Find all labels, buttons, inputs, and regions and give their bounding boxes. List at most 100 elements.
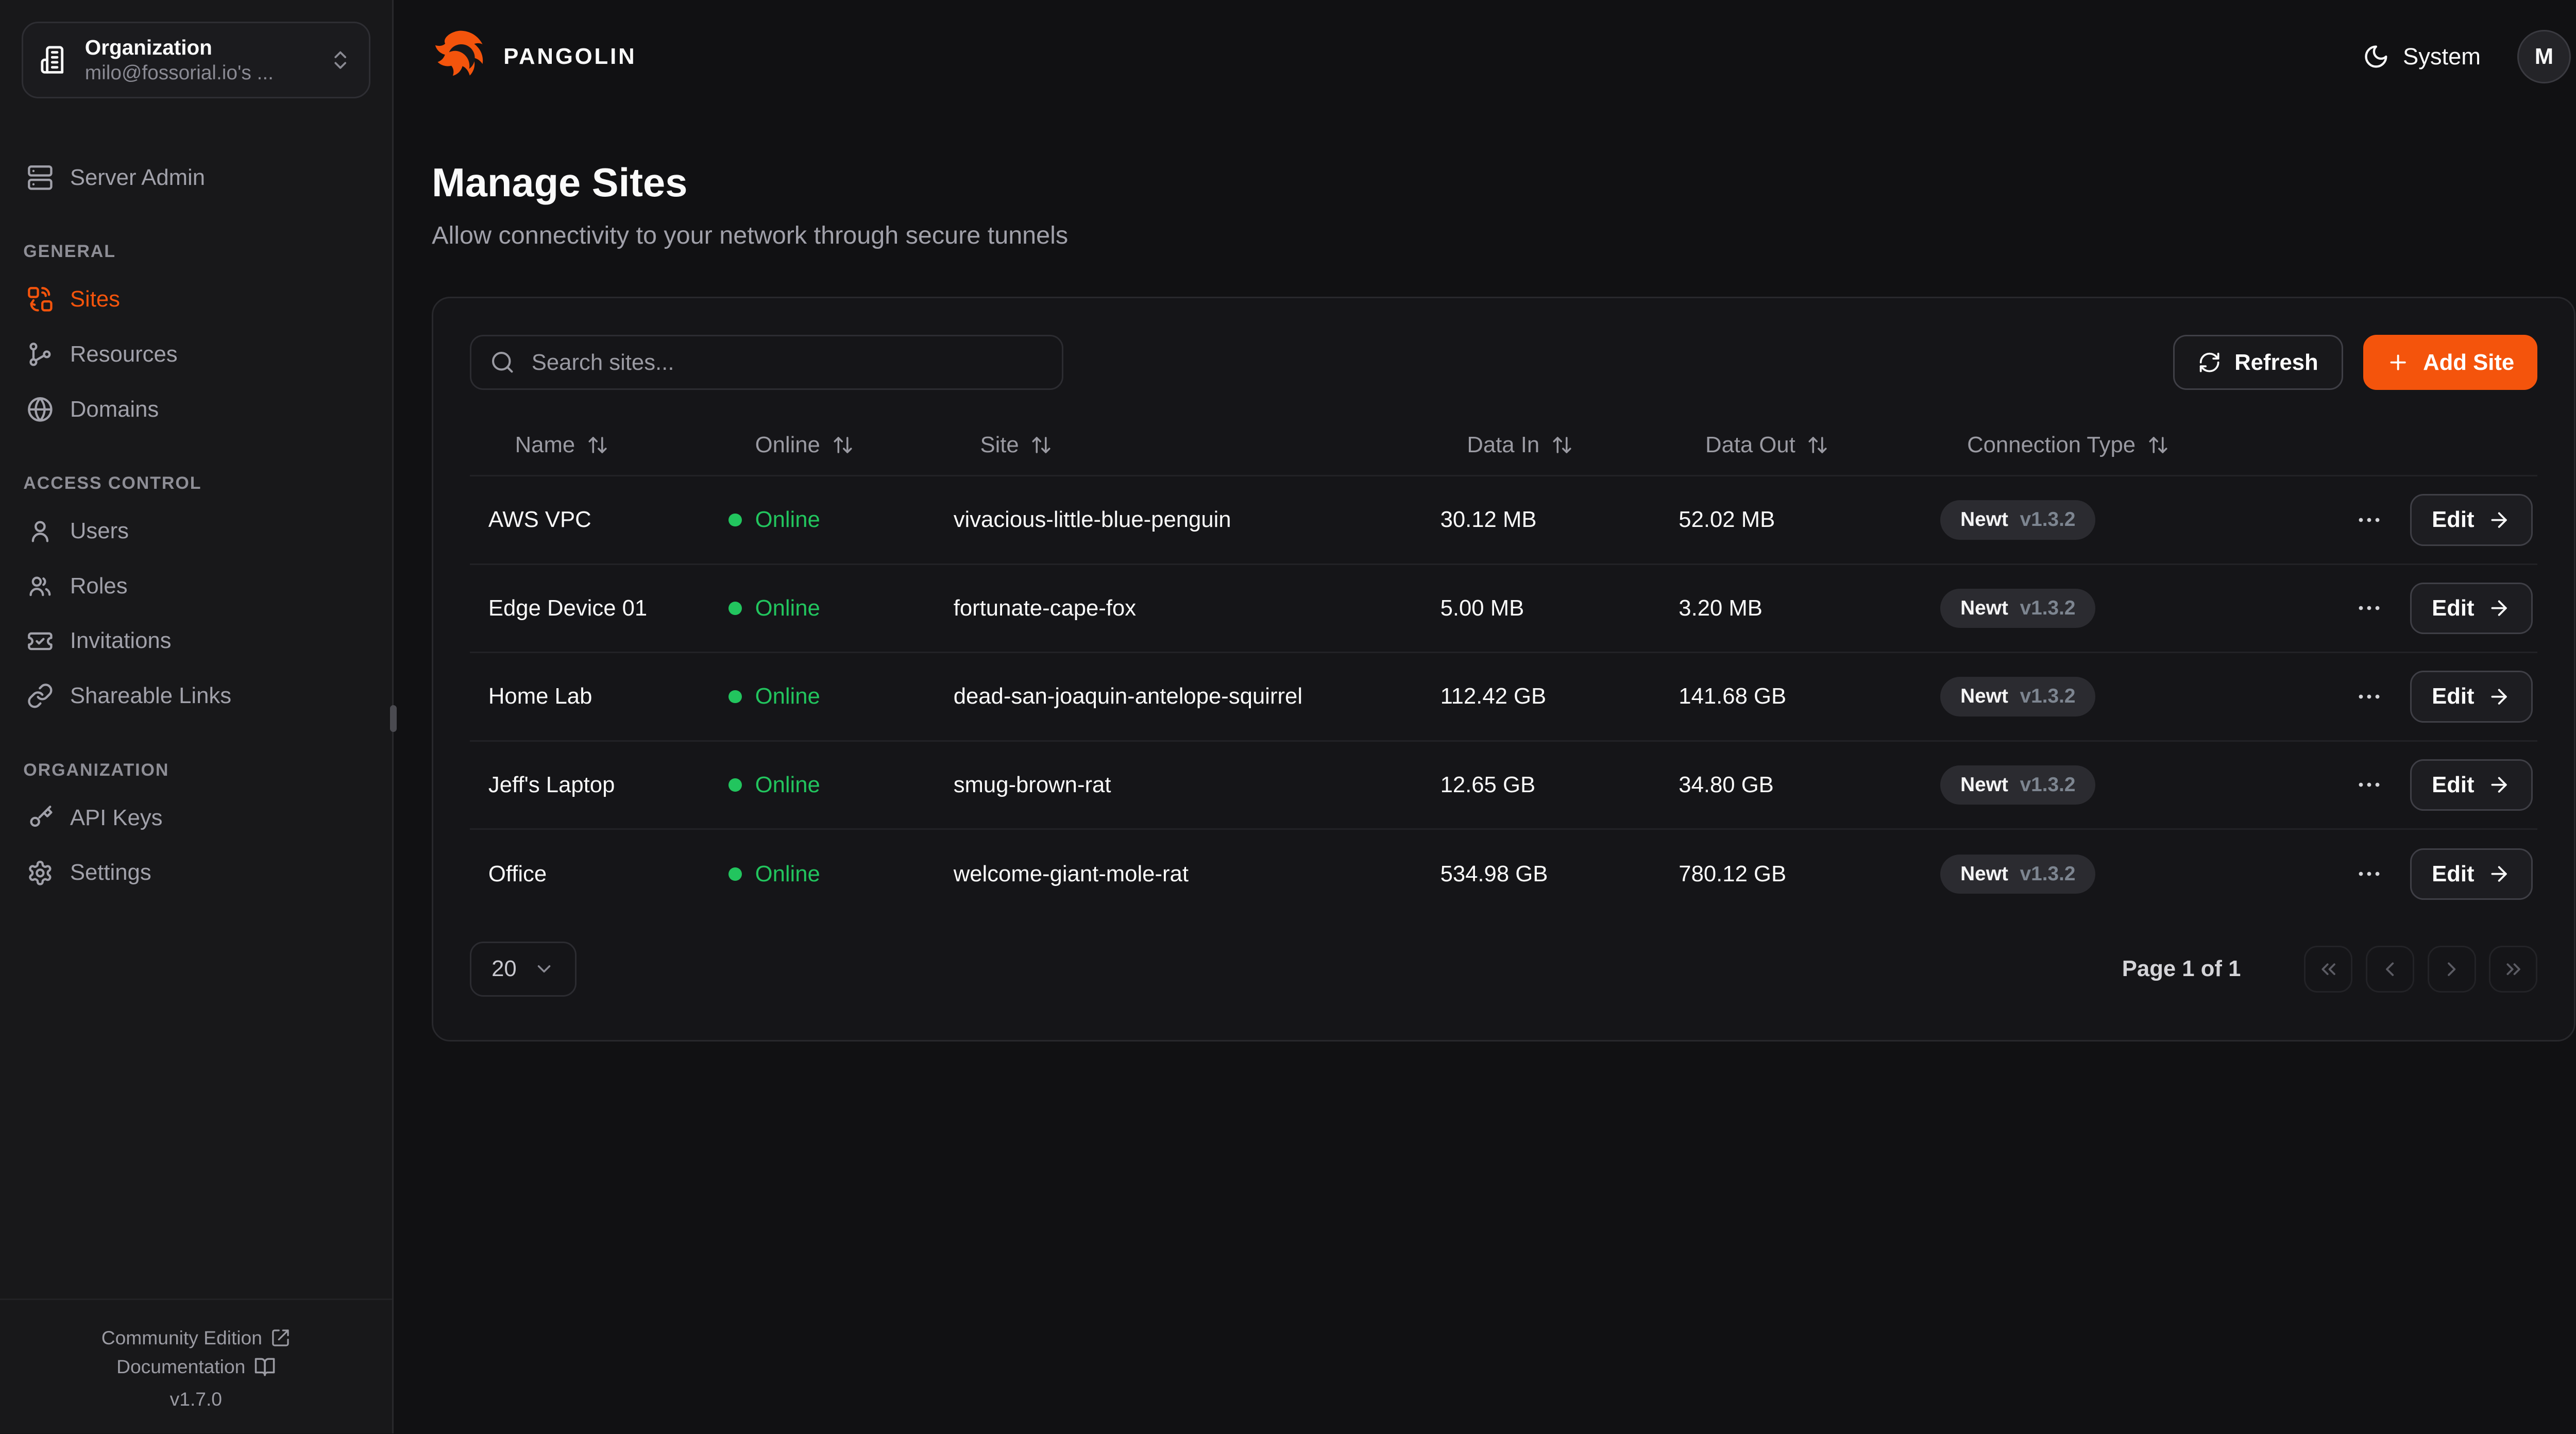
app-window: Organization milo@fossorial.io's ... Ser… — [0, 0, 2576, 1433]
sidebar-item-server-admin[interactable]: Server Admin — [23, 150, 368, 205]
theme-toggle[interactable]: System — [2363, 43, 2481, 70]
arrow-right-icon — [2487, 685, 2511, 708]
sidebar-item-sites[interactable]: Sites — [23, 272, 368, 327]
site-slug-cell: vivacious-little-blue-penguin — [954, 507, 1440, 533]
pangolin-logo-icon — [432, 28, 488, 85]
sidebar-item-api-keys[interactable]: API Keys — [23, 790, 368, 845]
connection-type-badge: Newt v1.3.2 — [1940, 855, 2095, 894]
prev-page-button[interactable] — [2366, 946, 2414, 993]
row-actions-cell: Edit — [2257, 583, 2537, 634]
online-status-label: Online — [755, 684, 820, 709]
online-status-label: Online — [755, 507, 820, 533]
sites-table: Name Online Site Data In Data Out — [470, 415, 2537, 918]
chevrons-right-icon — [2502, 958, 2525, 981]
row-actions-cell: Edit — [2257, 759, 2537, 811]
ellipsis-icon — [2355, 860, 2383, 888]
column-header-data-in[interactable]: Data In — [1440, 432, 1679, 458]
next-page-button[interactable] — [2428, 946, 2476, 993]
sidebar-item-resources[interactable]: Resources — [23, 327, 368, 382]
connection-type-cell: Newt v1.3.2 — [1940, 500, 2257, 539]
sidebar-item-label: Settings — [70, 860, 151, 885]
globe-icon — [27, 396, 54, 423]
arrow-right-icon — [2487, 508, 2511, 532]
sort-icon — [832, 434, 854, 456]
column-header-data-out[interactable]: Data Out — [1679, 432, 1940, 458]
edit-button[interactable]: Edit — [2410, 583, 2532, 634]
row-menu-button[interactable] — [2352, 767, 2387, 803]
sidebar-section-organization: ORGANIZATION — [23, 760, 368, 780]
chevron-left-icon — [2378, 958, 2401, 981]
online-status-label: Online — [755, 595, 820, 621]
sidebar-item-settings[interactable]: Settings — [23, 845, 368, 900]
column-header-site[interactable]: Site — [954, 432, 1440, 458]
row-menu-button[interactable] — [2352, 502, 2387, 537]
sites-card: Refresh Add Site Name Online — [432, 297, 2575, 1042]
sidebar-item-label: Sites — [70, 286, 120, 312]
last-page-button[interactable] — [2489, 946, 2537, 993]
plus-icon — [2386, 351, 2410, 374]
page-title: Manage Sites — [432, 160, 1068, 206]
documentation-link[interactable]: Documentation — [0, 1356, 392, 1378]
online-status-cell: Online — [728, 684, 954, 709]
connection-type-badge: Newt v1.3.2 — [1940, 589, 2095, 628]
edit-button[interactable]: Edit — [2410, 848, 2532, 900]
ellipsis-icon — [2355, 771, 2383, 799]
sidebar-item-users[interactable]: Users — [23, 504, 368, 559]
server-icon — [27, 164, 54, 191]
data-out-cell: 141.68 GB — [1679, 684, 1940, 709]
add-site-button[interactable]: Add Site — [2363, 335, 2537, 390]
column-header-online[interactable]: Online — [728, 432, 954, 458]
site-slug-cell: smug-brown-rat — [954, 772, 1440, 798]
chevrons-up-down-icon — [329, 48, 352, 72]
row-menu-button[interactable] — [2352, 857, 2387, 892]
arrow-right-icon — [2487, 596, 2511, 620]
ellipsis-icon — [2355, 682, 2383, 711]
avatar[interactable]: M — [2517, 30, 2571, 83]
online-status-dot — [728, 514, 742, 527]
ticket-check-icon — [27, 628, 54, 655]
row-menu-button[interactable] — [2352, 591, 2387, 626]
external-link-icon — [270, 1328, 291, 1348]
sidebar-footer: Community Edition Documentation v1.7.0 — [0, 1299, 392, 1433]
page-head: Manage Sites Allow connectivity to your … — [432, 160, 1068, 250]
column-header-connection-type[interactable]: Connection Type — [1940, 432, 2257, 458]
connection-type-badge: Newt v1.3.2 — [1940, 500, 2095, 539]
page-size-select[interactable]: 20 — [470, 942, 577, 997]
data-out-cell: 52.02 MB — [1679, 507, 1940, 533]
sidebar-resize-handle[interactable] — [390, 705, 397, 732]
community-edition-link[interactable]: Community Edition — [0, 1327, 392, 1349]
chevron-right-icon — [2440, 958, 2463, 981]
row-menu-button[interactable] — [2352, 679, 2387, 714]
sidebar-item-invitations[interactable]: Invitations — [23, 613, 368, 669]
edit-button[interactable]: Edit — [2410, 671, 2532, 722]
sidebar: Organization milo@fossorial.io's ... Ser… — [0, 0, 394, 1433]
pagination: 20 Page 1 of 1 — [470, 942, 2537, 997]
connection-type-cell: Newt v1.3.2 — [1940, 589, 2257, 628]
connection-type-cell: Newt v1.3.2 — [1940, 855, 2257, 894]
sidebar-item-shareable-links[interactable]: Shareable Links — [23, 669, 368, 724]
column-header-name[interactable]: Name — [470, 432, 728, 458]
org-selector[interactable]: Organization milo@fossorial.io's ... — [22, 22, 370, 98]
refresh-icon — [2198, 351, 2221, 374]
key-icon — [27, 805, 54, 831]
brand-name: PANGOLIN — [503, 44, 636, 70]
refresh-button[interactable]: Refresh — [2173, 335, 2343, 390]
edit-button[interactable]: Edit — [2410, 494, 2532, 545]
edit-button[interactable]: Edit — [2410, 759, 2532, 811]
sidebar-item-domains[interactable]: Domains — [23, 382, 368, 437]
sort-icon — [1807, 434, 1828, 456]
data-in-cell: 5.00 MB — [1440, 595, 1679, 621]
sidebar-item-label: Shareable Links — [70, 683, 231, 709]
online-status-dot — [728, 867, 742, 881]
site-slug-cell: fortunate-cape-fox — [954, 595, 1440, 621]
link-icon — [27, 682, 54, 709]
search-input[interactable] — [528, 348, 1043, 377]
org-selector-value: milo@fossorial.io's ... — [85, 61, 314, 86]
table-body: AWS VPC Online vivacious-little-blue-pen… — [470, 476, 2537, 918]
sort-icon — [587, 434, 608, 456]
sidebar-item-roles[interactable]: Roles — [23, 558, 368, 613]
first-page-button[interactable] — [2304, 946, 2352, 993]
online-status-dot — [728, 690, 742, 704]
sidebar-item-label: Resources — [70, 342, 178, 367]
sidebar-item-label: Server Admin — [70, 165, 205, 191]
